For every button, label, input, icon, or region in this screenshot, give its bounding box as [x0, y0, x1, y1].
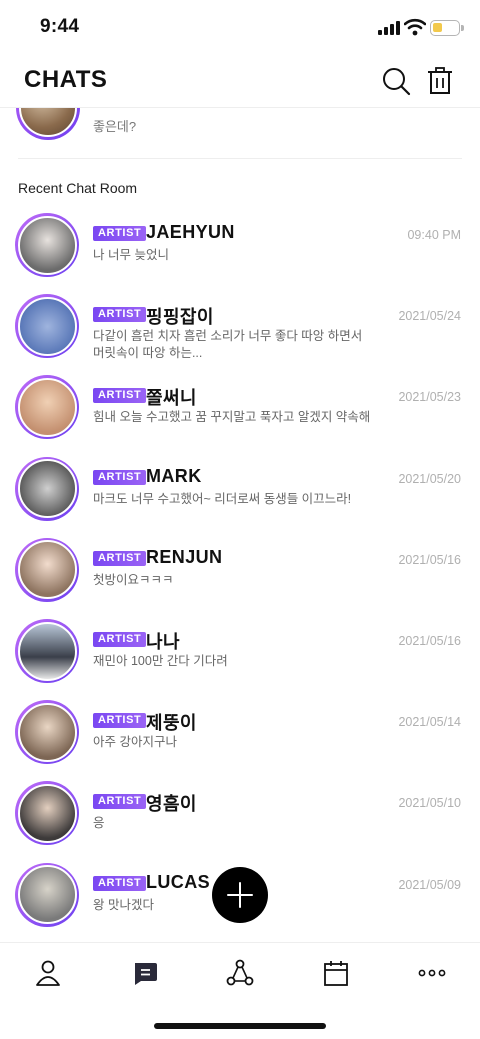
avatar	[15, 781, 79, 846]
battery-level	[433, 23, 442, 32]
chat-time: 2021/05/10	[398, 796, 461, 811]
avatar	[15, 213, 79, 277]
chat-time: 2021/05/09	[398, 877, 461, 892]
chat-message: 마크도 너무 수고했어~ 리더로써 동생들 이끄느라!	[93, 491, 352, 506]
battery-tip	[461, 25, 464, 31]
chat-row[interactable]: ARTIST RENJUN 2021/05/16 첫방이요ㅋㅋㅋ	[0, 537, 480, 619]
chat-time: 2021/05/24	[398, 309, 461, 324]
chat-name: RENJUN	[146, 546, 223, 567]
chat-time: 2021/05/20	[398, 471, 461, 486]
chat-message: 좋은데?	[93, 119, 137, 134]
artist-badge: ARTIST	[93, 307, 147, 323]
chat-row[interactable]: ARTIST MARK 2021/05/20 마크도 너무 수고했어~ 리더로써 동생…	[0, 456, 480, 538]
chat-name: 쫄써니	[146, 388, 197, 409]
profile-icon[interactable]	[34, 959, 62, 987]
chat-list[interactable]: 좋은데? Recent Chat Room ARTIST JAEHYUN 09:40…	[0, 108, 480, 942]
section-title: Recent Chat Room	[18, 180, 138, 196]
chat-row[interactable]: ARTIST 핑핑잡이 2021/05/24 다같이 흠런 치자 흠런 소리가 너무 …	[0, 294, 480, 375]
search-icon[interactable]	[381, 66, 411, 96]
avatar	[15, 537, 79, 602]
chat-name: JAEHYUN	[146, 222, 235, 242]
signal-icon	[378, 21, 402, 35]
home-indicator	[154, 1023, 326, 1029]
share-icon[interactable]	[226, 959, 254, 987]
chat-message: 다같이 흠런 치자 흠런 소리가 너무 좋다 따앙 하면서 머릿속이 따앙 하는…	[93, 329, 363, 361]
chat-time: 2021/05/16	[398, 552, 461, 567]
avatar	[15, 862, 79, 927]
artist-badge: ARTIST	[93, 550, 147, 566]
chat-message: 응	[93, 816, 105, 831]
chat-message: 힘내 오늘 수고했고 꿈 꾸지말고 푹자고 알겠지 약속해	[93, 410, 371, 425]
tab-bar	[0, 942, 480, 1002]
chat-time: 2021/05/14	[398, 715, 461, 730]
wifi-icon	[404, 18, 426, 36]
chat-time: 2021/05/16	[398, 634, 461, 648]
artist-badge: ARTIST	[93, 226, 147, 241]
chat-icon[interactable]	[131, 959, 159, 987]
divider	[18, 158, 462, 159]
chat-time: 2021/05/23	[398, 390, 461, 405]
chat-row[interactable]: ARTIST 영흠이 2021/05/10 응	[0, 781, 480, 862]
status-bar: 9:44	[0, 0, 480, 56]
artist-badge: ARTIST	[93, 713, 147, 729]
chat-time: 09:40 PM	[407, 228, 461, 242]
artist-badge: ARTIST	[93, 794, 147, 810]
avatar	[15, 619, 79, 683]
artist-badge: ARTIST	[93, 388, 147, 404]
chat-name: LUCAS	[146, 871, 210, 892]
chat-name: MARK	[146, 465, 202, 486]
status-time: 9:44	[40, 16, 80, 37]
page-title: CHATS	[24, 66, 108, 93]
chat-message: 나 너무 늦었니	[93, 248, 169, 262]
chat-row[interactable]: ARTIST JAEHYUN 09:40 PM 나 너무 늦었니	[0, 213, 480, 294]
chat-name: 제뚱이	[146, 713, 197, 734]
trash-icon[interactable]	[425, 66, 455, 96]
chat-message: 아주 강아지구나	[93, 735, 177, 750]
add-chat-button[interactable]	[212, 867, 268, 923]
avatar	[16, 108, 80, 140]
artist-badge: ARTIST	[93, 875, 147, 891]
avatar	[15, 700, 79, 765]
battery-icon	[430, 20, 460, 36]
calendar-icon[interactable]	[322, 959, 350, 987]
chat-name: 핑핑잡이	[146, 307, 214, 328]
artist-badge: ARTIST	[93, 469, 147, 485]
chat-row[interactable]: ARTIST 제뚱이 2021/05/14 아주 강아지구나	[0, 700, 480, 781]
avatar	[15, 375, 79, 440]
chat-name: 나나	[146, 632, 180, 652]
avatar	[15, 456, 79, 521]
chat-message: 재민아 100만 간다 기다려	[93, 654, 228, 668]
chat-row-partial[interactable]: 좋은데?	[0, 108, 480, 160]
avatar	[15, 294, 79, 359]
header: CHATS	[0, 56, 480, 108]
chat-name: 영흠이	[146, 794, 197, 815]
chat-message: 첫방이요ㅋㅋㅋ	[93, 572, 174, 587]
chat-row[interactable]: ARTIST 쫄써니 2021/05/23 힘내 오늘 수고했고 꿈 꾸지말고 푹자고…	[0, 375, 480, 456]
artist-badge: ARTIST	[93, 632, 147, 647]
more-icon[interactable]	[418, 959, 446, 987]
chat-row[interactable]: ARTIST 나나 2021/05/16 재민아 100만 간다 기다려	[0, 619, 480, 700]
